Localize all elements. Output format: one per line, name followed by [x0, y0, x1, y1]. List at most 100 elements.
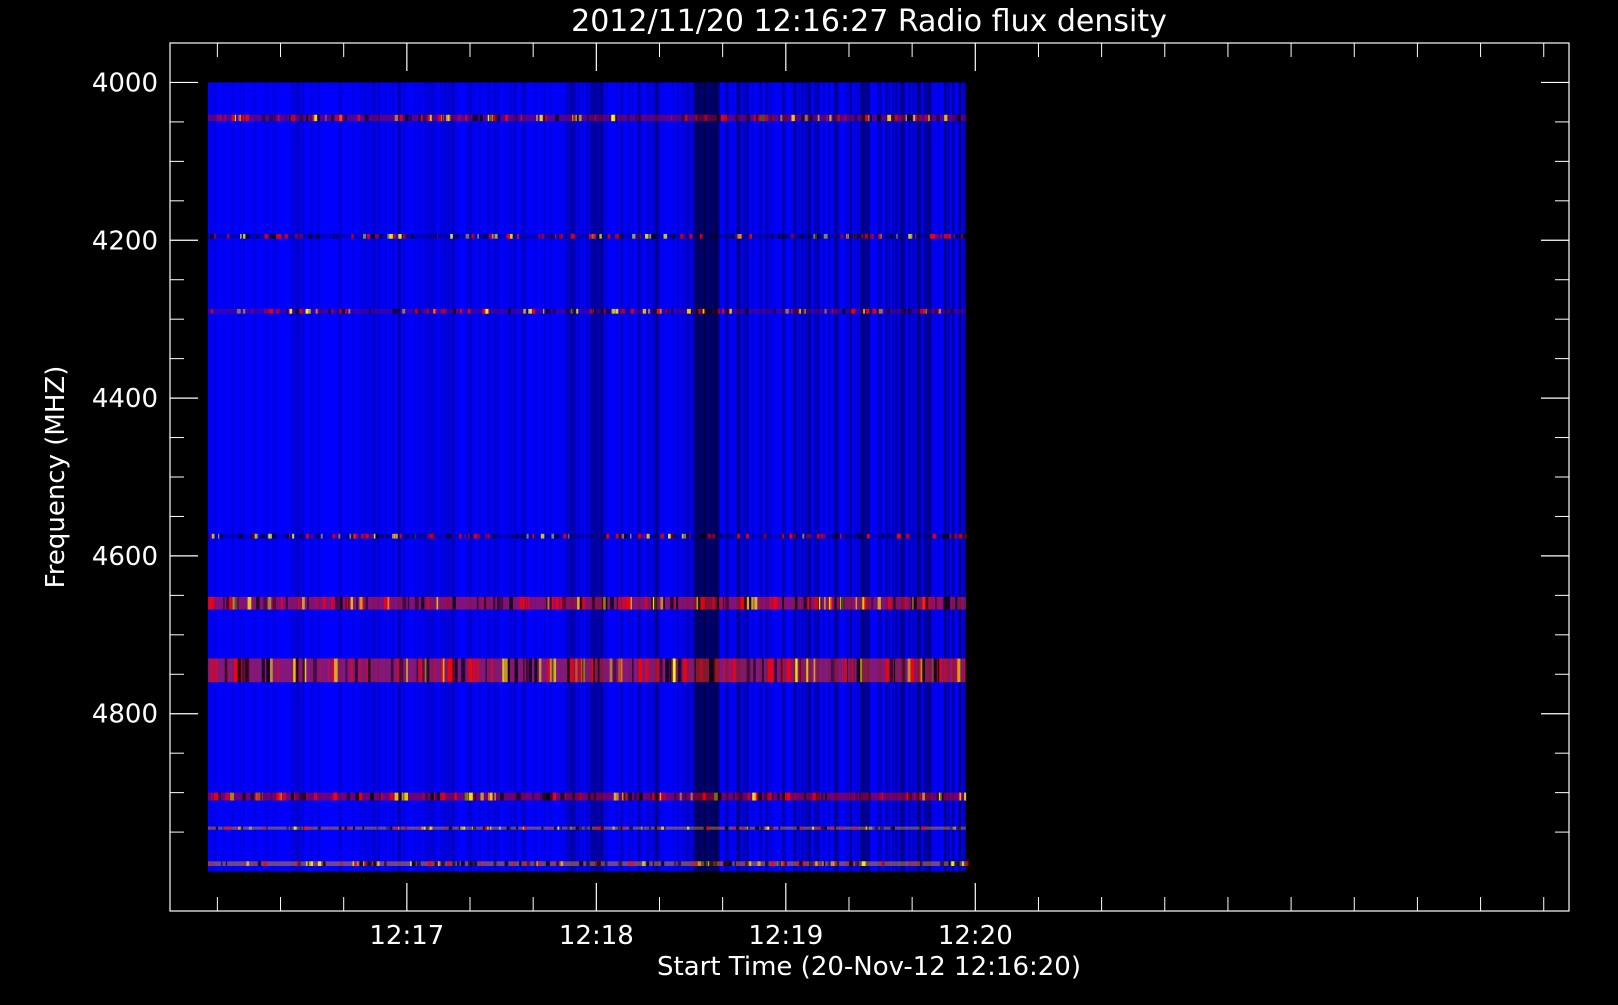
frequency-band-speckle: [418, 658, 423, 683]
time-streak: [587, 82, 590, 872]
frequency-band-speckle: [944, 114, 948, 122]
frequency-band-speckle: [782, 596, 784, 610]
frequency-band-speckle: [526, 533, 529, 539]
frequency-band-speckle: [869, 826, 873, 830]
time-streak: [807, 82, 809, 872]
frequency-band-speckle: [370, 533, 374, 539]
time-streak: [945, 82, 947, 872]
frequency-band-speckle: [962, 533, 964, 539]
frequency-band-speckle: [922, 792, 925, 801]
time-streak: [534, 82, 537, 872]
frequency-band-speckle: [802, 533, 805, 539]
frequency-band-speckle: [299, 114, 304, 122]
frequency-band-speckle: [769, 596, 772, 610]
frequency-band-speckle: [940, 861, 944, 867]
frequency-band-speckle: [256, 233, 260, 239]
frequency-band-speckle: [839, 533, 842, 539]
frequency-band-speckle: [225, 658, 228, 683]
frequency-band-speckle: [859, 792, 861, 801]
time-streak: [892, 82, 895, 872]
frequency-band-speckle: [222, 826, 224, 830]
frequency-band-speckle: [486, 826, 489, 830]
frequency-band-speckle: [452, 596, 456, 610]
frequency-band-speckle: [784, 114, 788, 122]
frequency-band-speckle: [348, 308, 351, 314]
frequency-band-speckle: [221, 861, 223, 867]
frequency-band-speckle: [300, 533, 303, 539]
frequency-band-speckle: [820, 533, 823, 539]
frequency-band-speckle: [560, 861, 564, 867]
frequency-band-speckle: [908, 233, 913, 239]
frequency-band-speckle: [236, 826, 238, 830]
frequency-band-speckle: [292, 533, 295, 539]
time-streak: [580, 82, 582, 872]
frequency-band-speckle: [242, 308, 246, 314]
frequency-band-speckle: [831, 533, 835, 539]
frequency-band-speckle: [957, 826, 961, 830]
frequency-band-speckle: [809, 114, 813, 122]
frequency-band-speckle: [913, 792, 916, 801]
frequency-band-speckle: [813, 658, 816, 683]
frequency-band-speckle: [237, 533, 241, 539]
frequency-band-speckle: [661, 826, 665, 830]
frequency-band-speckle: [377, 861, 380, 867]
frequency-band-speckle: [799, 658, 801, 683]
time-streak: [366, 82, 370, 872]
frequency-band-speckle: [335, 596, 339, 610]
frequency-band-speckle: [363, 861, 367, 867]
y-tick-label: 4000: [92, 68, 158, 98]
frequency-band-speckle: [267, 533, 271, 539]
frequency-band-speckle: [649, 826, 651, 830]
frequency-band-speckle: [258, 792, 260, 801]
frequency-band-speckle: [350, 658, 353, 683]
frequency-band-speckle: [879, 792, 881, 801]
frequency-band-speckle: [253, 861, 255, 867]
frequency-band-speckle: [618, 861, 623, 867]
frequency-band-speckle: [251, 308, 253, 314]
frequency-band-speckle: [552, 658, 554, 683]
frequency-band-speckle: [232, 596, 235, 610]
frequency-band-speckle: [277, 114, 280, 122]
frequency-band-speckle: [477, 233, 479, 239]
frequency-band-speckle: [926, 114, 928, 122]
time-streak: [465, 82, 468, 872]
time-streak: [913, 82, 916, 872]
frequency-band-speckle: [609, 114, 611, 122]
frequency-band-speckle: [262, 114, 265, 122]
frequency-band-speckle: [510, 233, 513, 239]
frequency-band-speckle: [863, 826, 865, 830]
frequency-band-speckle: [772, 308, 777, 314]
frequency-band-speckle: [256, 596, 258, 610]
frequency-band-speckle: [612, 826, 615, 830]
frequency-band-speckle: [777, 233, 781, 239]
time-streak: [298, 82, 300, 872]
time-streak: [389, 82, 391, 872]
frequency-band-speckle: [907, 658, 911, 683]
frequency-band-speckle: [635, 114, 637, 122]
frequency-band-speckle: [218, 533, 220, 539]
time-streak: [577, 82, 580, 872]
frequency-band-speckle: [399, 114, 403, 122]
frequency-band-speckle: [689, 233, 692, 239]
frequency-band-speckle: [806, 658, 809, 683]
frequency-band-speckle: [454, 658, 458, 683]
frequency-band-speckle: [379, 792, 381, 801]
frequency-band-speckle: [645, 596, 648, 610]
frequency-band-speckle: [493, 533, 496, 539]
frequency-band-speckle: [491, 658, 493, 683]
frequency-band-speckle: [593, 233, 597, 239]
frequency-band-speckle: [362, 826, 365, 830]
frequency-band-speckle: [420, 114, 423, 122]
frequency-band-speckle: [588, 792, 591, 801]
frequency-band-speckle: [753, 114, 757, 122]
frequency-band-speckle: [215, 826, 219, 830]
frequency-band-speckle: [358, 658, 361, 683]
frequency-band-speckle: [515, 114, 518, 122]
frequency-band-speckle: [218, 792, 221, 801]
time-streak: [909, 82, 911, 872]
frequency-band-speckle: [655, 596, 657, 610]
frequency-band-speckle: [208, 596, 212, 610]
frequency-band-speckle: [626, 308, 628, 314]
frequency-band-speckle: [584, 826, 588, 830]
frequency-band-speckle: [697, 861, 701, 867]
